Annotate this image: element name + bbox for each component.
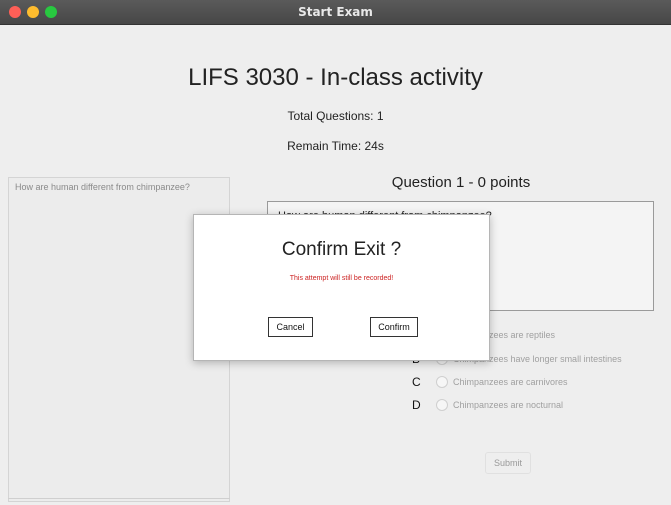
option-label: Chimpanzees are nocturnal	[453, 400, 564, 410]
option-letter: D	[412, 398, 421, 412]
option-label: Chimpanzees are carnivores	[453, 377, 568, 387]
question-header: Question 1 - 0 points	[391, 174, 531, 191]
title-bar: Start Exam	[0, 0, 671, 25]
total-questions: Total Questions: 1	[287, 109, 384, 123]
option-c-radio[interactable]	[436, 376, 448, 388]
exam-title: LIFS 3030 - In-class activity	[188, 64, 483, 91]
option-d-radio[interactable]	[436, 399, 448, 411]
confirm-button[interactable]: Confirm	[370, 317, 418, 337]
window-title: Start Exam	[298, 5, 373, 19]
remaining-time: Remain Time: 24s	[287, 139, 384, 153]
dialog-title: Confirm Exit ?	[281, 239, 402, 260]
submit-button[interactable]: Submit	[485, 452, 531, 474]
option-letter: C	[412, 375, 421, 389]
question-list-item[interactable]: How are human different from chimpanzee?	[9, 178, 229, 196]
cancel-button[interactable]: Cancel	[268, 317, 313, 337]
confirm-exit-dialog: Confirm Exit ? This attempt will still b…	[193, 214, 490, 361]
dialog-warning: This attempt will still be recorded!	[289, 275, 394, 282]
